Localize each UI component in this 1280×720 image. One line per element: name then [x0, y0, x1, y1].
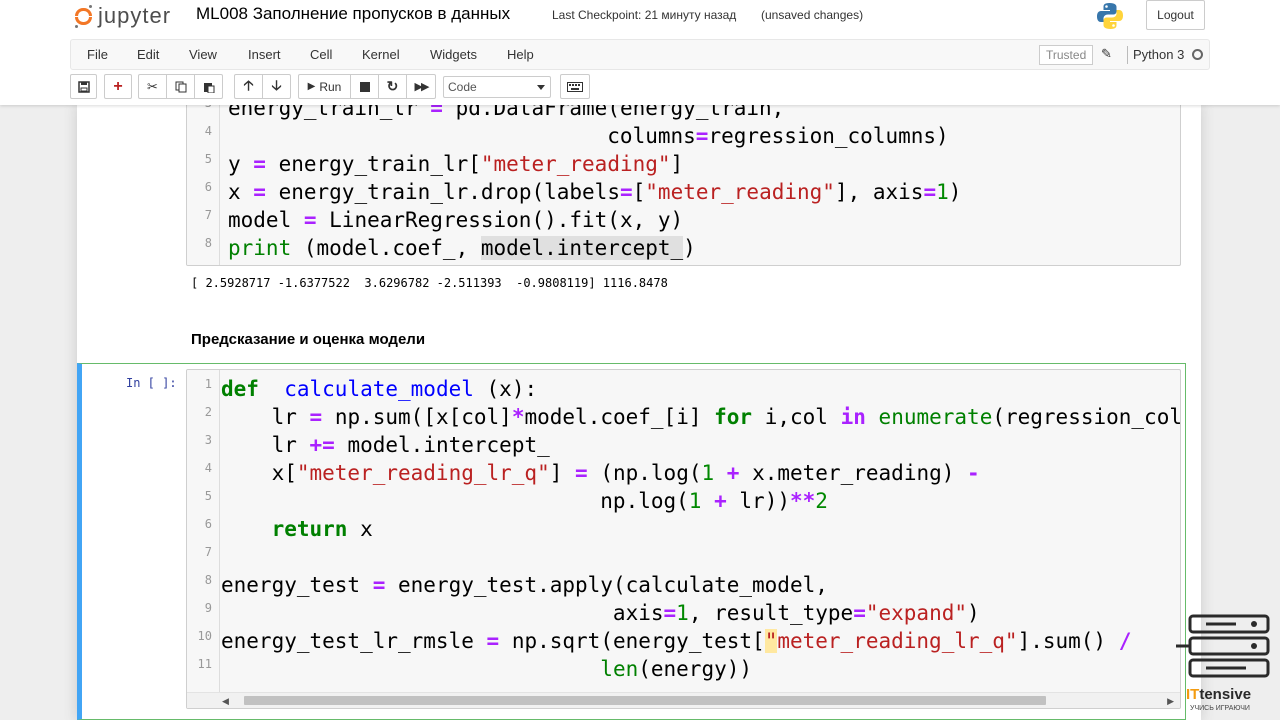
kernel-divider [1127, 46, 1128, 64]
code-line: 4 x["meter_reading_lr_q"] = (np.log(1 + … [204, 461, 980, 485]
jupyter-logo[interactable]: jupyter [74, 2, 171, 30]
scroll-right-arrow-icon[interactable]: ▶ [1167, 696, 1174, 707]
code-line: 5 y = energy_train_lr["meter_reading"] [204, 152, 684, 176]
save-icon [77, 80, 90, 93]
jupyter-logo-text: jupyter [98, 3, 172, 28]
ittensive-logo [1176, 614, 1270, 678]
cut-button[interactable]: ✂ [138, 74, 167, 99]
ittensive-tagline: УЧИСЬ ИГРАЮЧИ [1190, 705, 1250, 712]
last-checkpoint: Last Checkpoint: 21 минуту назад [552, 8, 737, 22]
code-line: 8 energy_test = energy_test.apply(calcul… [204, 573, 828, 597]
run-icon: ▶ [307, 81, 316, 92]
cell-output: [ 2.5928717 -1.6377522 3.6296782 -2.5113… [191, 276, 668, 290]
code-cell-input[interactable]: 3 energy_train_lr = pd.DataFrame(energy_… [186, 105, 1181, 266]
jupyter-logo-icon [74, 4, 94, 28]
keyboard-icon [567, 81, 583, 92]
menu-edit[interactable]: Edit [137, 47, 159, 62]
interrupt-button[interactable] [350, 74, 379, 99]
scroll-left-arrow-icon[interactable]: ◀ [222, 696, 229, 707]
cell-type-value: Code [448, 80, 477, 94]
menu-kernel[interactable]: Kernel [362, 47, 400, 62]
code-line: 4 columns=regression_columns) [204, 124, 949, 148]
menu-view[interactable]: View [189, 47, 217, 62]
autosave-status: (unsaved changes) [761, 8, 864, 22]
trusted-indicator[interactable]: Trusted [1039, 45, 1094, 65]
code-line: 6 return x [204, 517, 373, 541]
code-line: 5 np.log(1 + lr))**2 [204, 489, 828, 513]
chevron-down-icon [537, 85, 545, 90]
markdown-heading[interactable]: Предсказание и оценка модели [191, 331, 425, 348]
ittensive-brand: ITtensive [1186, 686, 1252, 703]
fast-forward-icon: ▶▶ [414, 81, 430, 93]
notebook-container: 3 energy_train_lr = pd.DataFrame(energy_… [77, 105, 1201, 720]
code-line: 8 print (model.coef_, model.intercept_) [204, 236, 696, 260]
code-cell-input[interactable]: 1 def calculate_model (x): 2 lr = np.sum… [186, 369, 1181, 709]
code-line: 6 x = energy_train_lr.drop(labels=["mete… [204, 180, 962, 204]
menu-cell[interactable]: Cell [310, 47, 332, 62]
run-button[interactable]: ▶ Run [298, 74, 351, 99]
stop-icon [359, 81, 370, 92]
code-line: 11 len(energy)) [197, 657, 753, 681]
menu-file[interactable]: File [87, 47, 108, 62]
selected-code-cell[interactable]: In [ ]: 1 def calculate_model (x): 2 lr … [77, 363, 1186, 720]
code-line: 3 lr += model.intercept_ [204, 433, 550, 457]
code-line: 2 lr = np.sum([x[col]*model.coef_[i] for… [204, 405, 1181, 429]
restart-run-all-button[interactable]: ▶▶ [406, 74, 436, 99]
cut-icon: ✂ [147, 78, 158, 94]
logout-button[interactable]: Logout [1146, 0, 1205, 30]
arrow-down-icon: 🡣 [271, 76, 282, 93]
arrow-up-icon: 🡡 [243, 76, 254, 93]
notebook-title[interactable]: ML008 Заполнение пропусков в данных [196, 4, 510, 24]
save-button[interactable] [70, 74, 97, 99]
scrollbar-thumb[interactable] [244, 696, 1046, 705]
move-down-button[interactable]: 🡣 [262, 74, 291, 99]
move-up-button[interactable]: 🡡 [234, 74, 263, 99]
command-palette-button[interactable] [560, 74, 590, 99]
insert-cell-button[interactable]: + [104, 74, 132, 99]
input-prompt: In [ ]: [126, 376, 177, 390]
paste-button[interactable] [194, 74, 223, 99]
cell-type-select[interactable]: Code [443, 76, 551, 98]
copy-icon [175, 81, 186, 92]
plus-icon: + [113, 77, 123, 95]
code-line: 10 energy_test_lr_rmsle = np.sqrt(energy… [197, 629, 1132, 653]
menu-bar: File Edit View Insert Cell Kernel Widget… [70, 39, 1210, 70]
code-line: 1 def calculate_model (x): [204, 377, 538, 401]
restart-button[interactable]: ↻ [378, 74, 407, 99]
kernel-idle-icon [1192, 49, 1203, 60]
code-line: 9 axis=1, result_type="expand") [204, 601, 980, 625]
menu-insert[interactable]: Insert [248, 47, 281, 62]
code-line: 3 energy_train_lr = pd.DataFrame(energy_… [205, 105, 785, 120]
horizontal-scrollbar[interactable]: ◀ ▶ [187, 692, 1180, 708]
menu-help[interactable]: Help [507, 47, 534, 62]
menu-widgets[interactable]: Widgets [430, 47, 477, 62]
paste-icon [203, 82, 214, 93]
copy-button[interactable] [166, 74, 195, 99]
edit-mode-pencil-icon: ✎ [1101, 46, 1112, 61]
python-logo-icon [1097, 3, 1123, 29]
code-line: 7 [204, 545, 212, 559]
restart-icon: ↻ [386, 78, 399, 94]
run-label: Run [319, 79, 342, 94]
notebook-header: jupyter ML008 Заполнение пропусков в дан… [0, 0, 1280, 105]
code-line: 7 model = LinearRegression().fit(x, y) [204, 208, 684, 232]
kernel-name[interactable]: Python 3 [1133, 47, 1184, 62]
